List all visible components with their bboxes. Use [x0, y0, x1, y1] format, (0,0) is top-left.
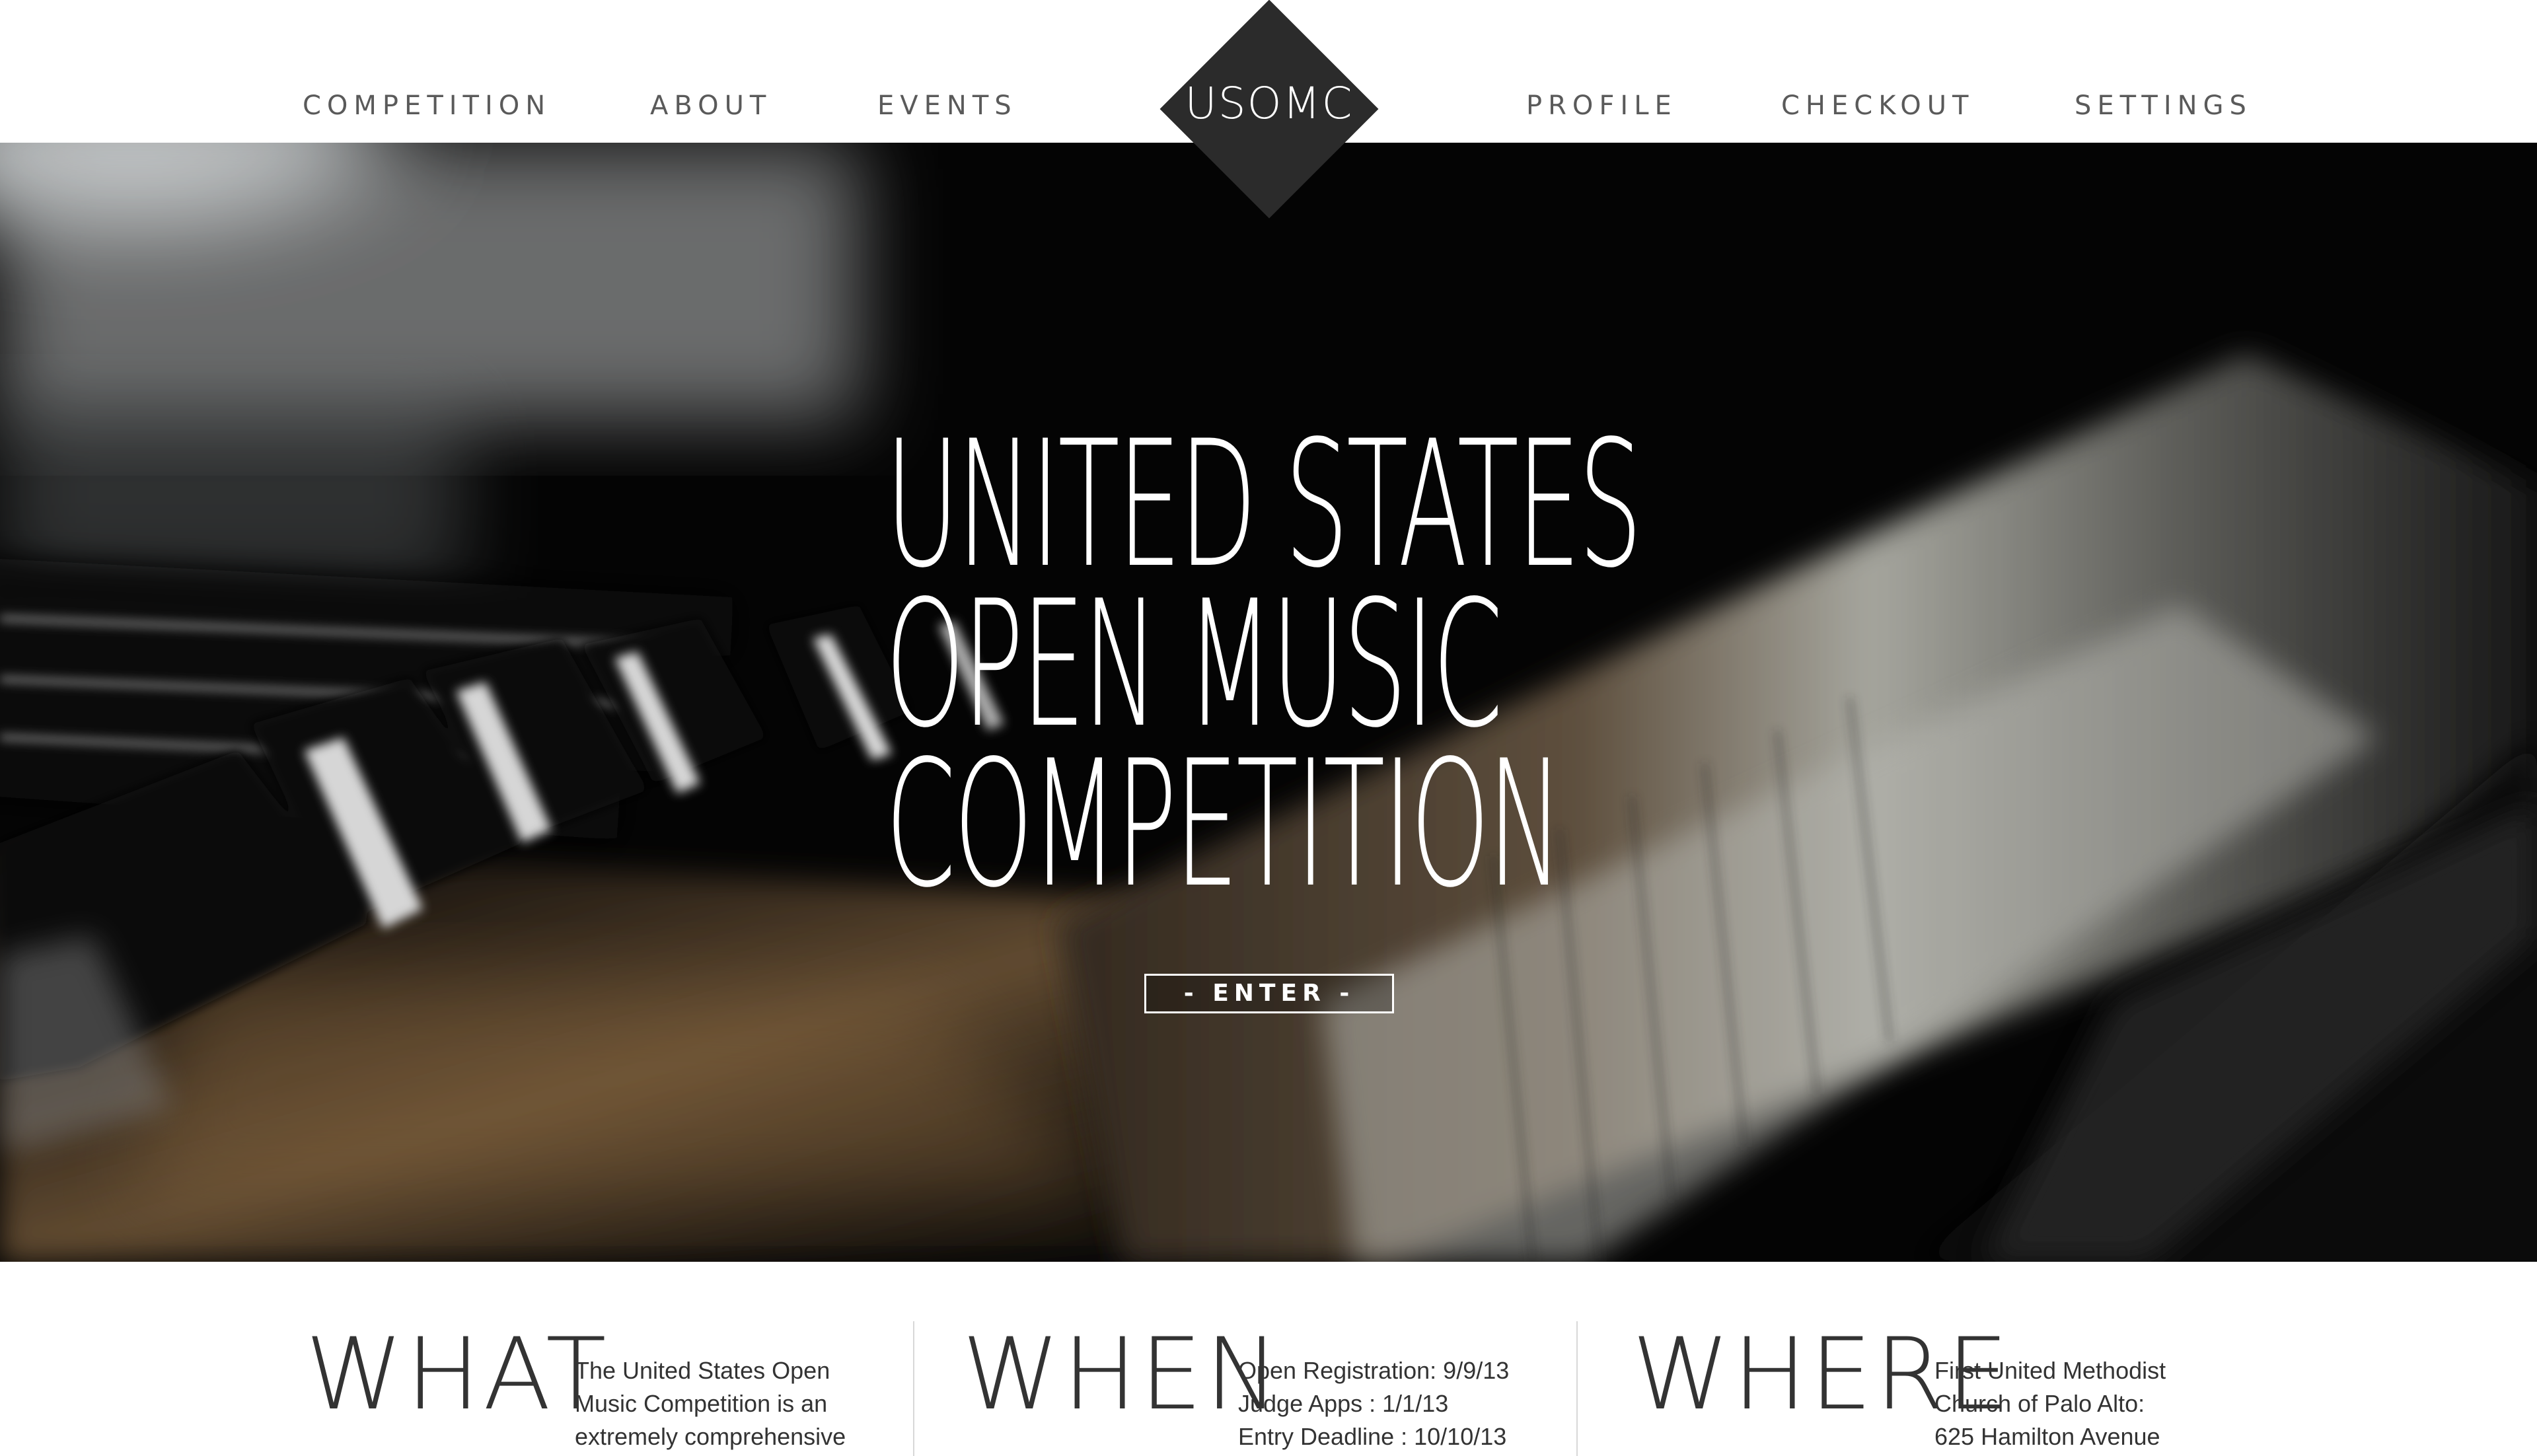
where-line-2: Church of Palo Alto:	[1934, 1390, 2145, 1417]
hero-title-line-2: OPEN MUSIC	[885, 564, 1503, 766]
info-section: WHAT The United States Open Music Compet…	[0, 1262, 2537, 1456]
nav-link-settings[interactable]: SETTINGS	[2075, 91, 2252, 121]
enter-button[interactable]: - ENTER -	[1144, 974, 1394, 1013]
where-block: WHERE First United Methodist Church of P…	[0, 1262, 2537, 1456]
where-line-3: 625 Hamilton Avenue	[1934, 1423, 2160, 1450]
logo-text: USOMC	[1185, 78, 1354, 129]
hero-banner: UNITED STATES OPEN MUSIC COMPETITION - E…	[0, 143, 2537, 1262]
hero-title-line-3: COMPETITION	[885, 723, 1563, 926]
where-description: First United Methodist Church of Palo Al…	[1934, 1354, 2166, 1453]
nav-link-events[interactable]: EVENTS	[877, 91, 1017, 121]
nav-link-about[interactable]: ABOUT	[650, 91, 772, 121]
where-line-1: First United Methodist	[1934, 1357, 2166, 1384]
hero-title-line-1: UNITED STATES	[885, 404, 1642, 606]
nav-link-checkout[interactable]: CHECKOUT	[1781, 91, 1974, 121]
logo-link[interactable]: USOMC	[1159, 0, 1379, 219]
nav-link-competition[interactable]: COMPETITION	[303, 91, 551, 121]
hero-title: UNITED STATES OPEN MUSIC COMPETITION	[885, 404, 1642, 926]
nav-link-profile[interactable]: PROFILE	[1526, 91, 1677, 121]
